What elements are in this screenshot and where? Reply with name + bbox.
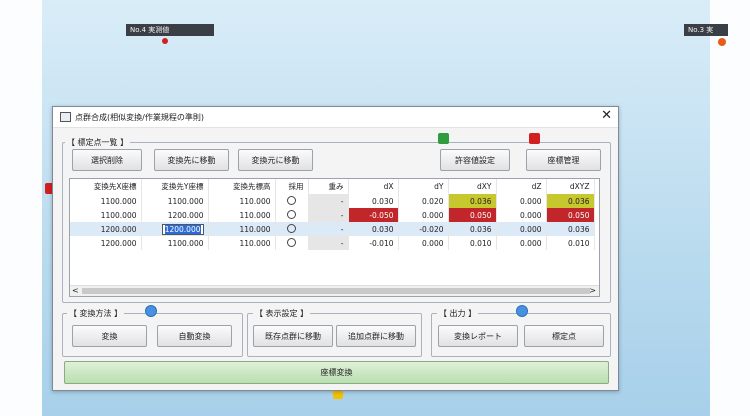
table-header-row: 変換先X座標 変換先Y座標 変換先標高 採用 重み dX dY dXY dZ d…	[70, 179, 595, 194]
cell: 0.000	[496, 222, 547, 236]
adopt-radio[interactable]	[287, 237, 296, 247]
window-icon	[60, 112, 71, 122]
table-row-selected[interactable]: 1200.000 1200.000 110.000 - 0.030 -0.020…	[70, 222, 595, 236]
column-header[interactable]: dXYZ	[546, 179, 595, 194]
column-header[interactable]: 変換先Y座標	[141, 179, 209, 194]
adopt-radio[interactable]	[287, 195, 296, 205]
point-marker-no3[interactable]	[718, 38, 726, 46]
point-cloud-merge-dialog: 点群合成(相似変換/作業規程の準則) ✕ 【 標定点一覧 】 選択削除 変換先に…	[52, 106, 619, 391]
cell: 0.000	[398, 208, 449, 222]
cell: 0.010	[546, 236, 595, 250]
adopt-cell[interactable]	[275, 194, 309, 208]
dialog-title: 点群合成(相似変換/作業規程の準則)	[75, 113, 204, 122]
coordinate-transform-button[interactable]: 座標変換	[64, 361, 609, 384]
cell: -	[308, 208, 349, 222]
adopt-cell[interactable]	[275, 222, 309, 236]
adopt-radio[interactable]	[287, 209, 296, 219]
tolerance-settings-button[interactable]: 許容値設定	[440, 149, 510, 171]
coordinate-management-button[interactable]: 座標管理	[526, 149, 601, 171]
cell: 0.036	[546, 222, 595, 236]
horizontal-scrollbar[interactable]: < >	[70, 285, 599, 296]
column-header[interactable]: dX	[348, 179, 399, 194]
cell: 0.000	[496, 208, 547, 222]
column-header[interactable]: 採用	[275, 179, 309, 194]
info-badge-icon[interactable]	[145, 305, 157, 317]
delete-selected-button[interactable]: 選択削除	[72, 149, 142, 171]
column-header[interactable]: dY	[398, 179, 449, 194]
cell: 0.036	[448, 222, 497, 236]
close-icon[interactable]: ✕	[601, 109, 612, 123]
output-label: 【 出力 】	[437, 308, 479, 319]
cell[interactable]: 1100.000	[70, 208, 142, 222]
handle-green[interactable]	[438, 133, 449, 144]
scroll-left-icon[interactable]: <	[72, 286, 79, 295]
column-header[interactable]: 変換先X座標	[70, 179, 142, 194]
cell: 0.036	[546, 194, 595, 208]
conversion-report-button[interactable]: 変換レポート	[438, 325, 518, 347]
transform-method-label: 【 変換方法 】	[67, 308, 125, 319]
adopt-radio[interactable]	[287, 223, 296, 233]
handle-red[interactable]	[529, 133, 540, 144]
table-row[interactable]: 1200.000 1100.000 110.000 - -0.010 0.000…	[70, 236, 595, 250]
convert-button[interactable]: 変換	[72, 325, 147, 347]
display-settings-label: 【 表示設定 】	[253, 308, 311, 319]
point-marker-no4[interactable]	[162, 38, 168, 44]
scroll-right-icon[interactable]: >	[589, 286, 596, 295]
control-points-table: 変換先X座標 変換先Y座標 変換先標高 採用 重み dX dY dXY dZ d…	[69, 178, 600, 297]
info-badge-icon[interactable]	[516, 305, 528, 317]
cell: 0.020	[398, 194, 449, 208]
move-to-source-button[interactable]: 変換元に移動	[238, 149, 313, 171]
cell: 0.050	[448, 208, 497, 222]
title-bar: 点群合成(相似変換/作業規程の準則) ✕	[53, 107, 618, 128]
column-header[interactable]: dZ	[496, 179, 547, 194]
cell: 0.010	[448, 236, 497, 250]
edit-cell[interactable]: 1200.000	[141, 222, 209, 236]
adopt-cell[interactable]	[275, 236, 309, 250]
cell[interactable]: 1200.000	[70, 236, 142, 250]
column-header[interactable]: dXY	[448, 179, 497, 194]
adopt-cell[interactable]	[275, 208, 309, 222]
cell[interactable]: 110.000	[208, 194, 276, 208]
edit-cell-value[interactable]: 1200.000	[164, 224, 201, 234]
cell: 0.036	[448, 194, 497, 208]
cell[interactable]: 1100.000	[141, 194, 209, 208]
point-label-no4: No.4 実測値	[126, 24, 214, 36]
cell[interactable]: 1200.000	[70, 222, 142, 236]
cell: -	[308, 236, 349, 250]
left-margin	[0, 0, 42, 416]
column-header[interactable]: 重み	[308, 179, 349, 194]
control-points-label: 【 標定点一覧 】	[65, 137, 131, 148]
cell: -0.010	[348, 236, 399, 250]
cell: -0.050	[348, 208, 399, 222]
cell: 0.000	[496, 236, 547, 250]
cell: -0.020	[398, 222, 449, 236]
scroll-thumb[interactable]	[82, 288, 590, 294]
cell[interactable]: 110.000	[208, 236, 276, 250]
table-row[interactable]: 1100.000 1100.000 110.000 - 0.030 0.020 …	[70, 194, 595, 208]
move-to-destination-button[interactable]: 変換先に移動	[154, 149, 229, 171]
cell[interactable]: 110.000	[208, 208, 276, 222]
point-label-no3: No.3 実	[684, 24, 728, 36]
column-header[interactable]: 変換先標高	[208, 179, 276, 194]
right-margin	[710, 0, 750, 416]
table-row[interactable]: 1100.000 1200.000 110.000 - -0.050 0.000…	[70, 208, 595, 222]
auto-convert-button[interactable]: 自動変換	[157, 325, 232, 347]
control-point-output-button[interactable]: 標定点	[524, 325, 604, 347]
cell[interactable]: 1100.000	[141, 236, 209, 250]
cell[interactable]: 1100.000	[70, 194, 142, 208]
move-to-existing-cloud-button[interactable]: 既存点群に移動	[253, 325, 333, 347]
cell: 0.030	[348, 194, 399, 208]
cell[interactable]: 110.000	[208, 222, 276, 236]
cell: 0.030	[348, 222, 399, 236]
cell: 0.050	[546, 208, 595, 222]
cell[interactable]: 1200.000	[141, 208, 209, 222]
move-to-added-cloud-button[interactable]: 追加点群に移動	[336, 325, 416, 347]
cell: -	[308, 194, 349, 208]
cell: 0.000	[496, 194, 547, 208]
cell: 0.000	[398, 236, 449, 250]
cell: -	[308, 222, 349, 236]
